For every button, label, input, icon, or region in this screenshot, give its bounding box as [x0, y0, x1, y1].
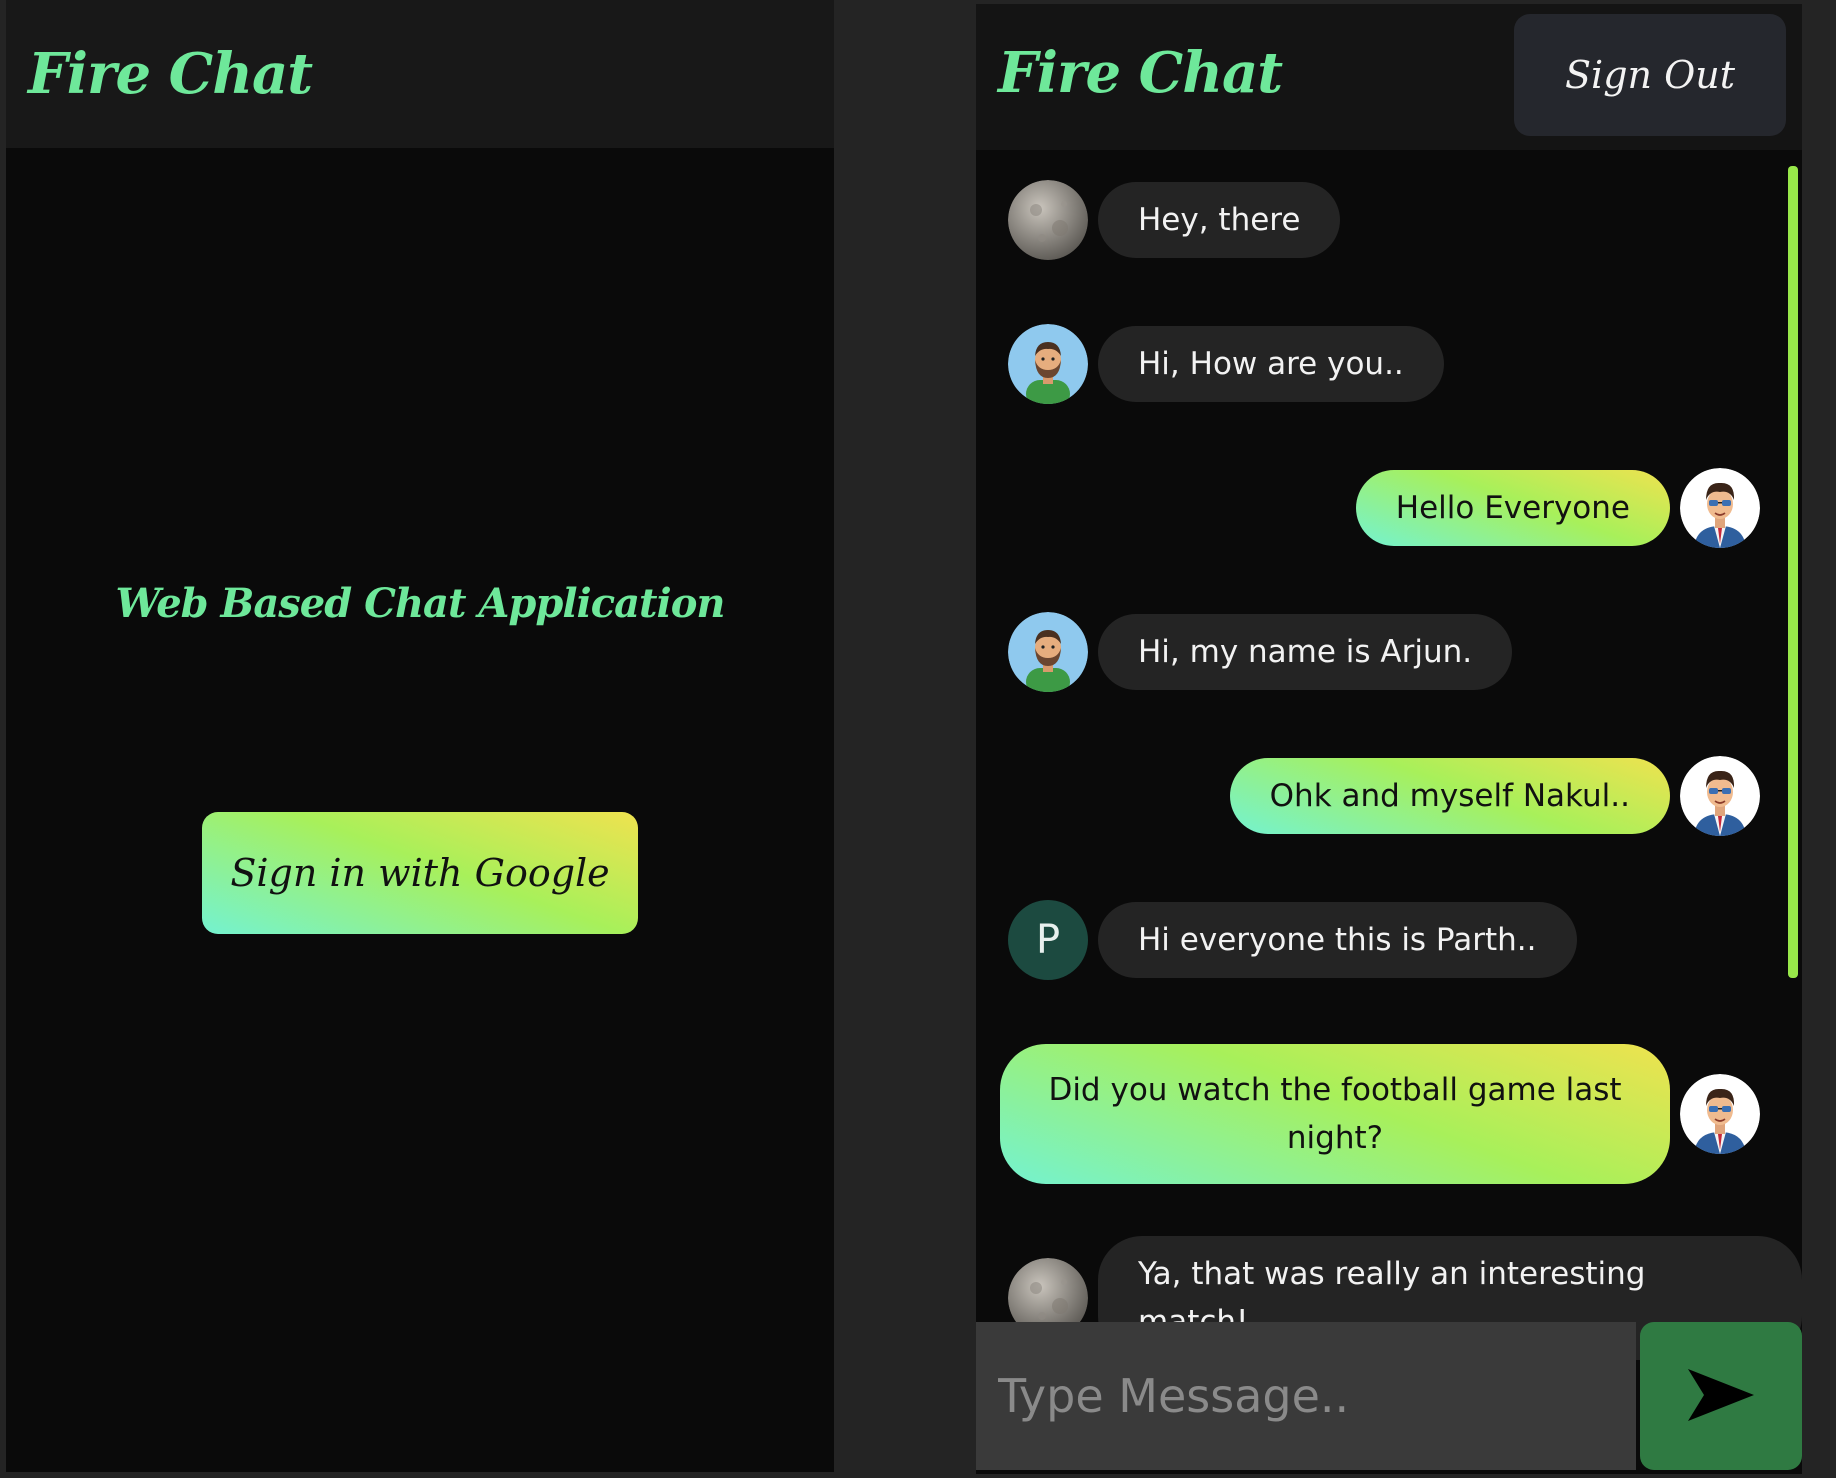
- app-title: Fire Chat: [998, 40, 1283, 106]
- scrollbar-thumb[interactable]: [1788, 166, 1798, 978]
- message-bubble: Hi everyone this is Parth..: [1098, 902, 1577, 978]
- tagline: Web Based Chat Application: [115, 580, 726, 627]
- send-arrow-icon: [1686, 1367, 1756, 1426]
- message-input[interactable]: [976, 1322, 1636, 1470]
- message-row: Hi, my name is Arjun.: [1008, 612, 1513, 692]
- businessman-avatar-icon: [1680, 756, 1760, 836]
- message-bubble: Ohk and myself Nakul..: [1229, 758, 1670, 834]
- sign-in-google-button[interactable]: Sign in with Google: [202, 812, 638, 934]
- app-title: Fire Chat: [28, 41, 313, 107]
- message-bubble: Hey, there: [1098, 182, 1341, 258]
- businessman-avatar-icon: [1680, 1074, 1760, 1154]
- sign-out-button[interactable]: Sign Out: [1514, 14, 1786, 136]
- chat-header: Fire Chat Sign Out: [976, 4, 1802, 150]
- message-row: Hello Everyone: [1355, 468, 1760, 548]
- message-row: Hey, there: [1008, 180, 1341, 260]
- moon-avatar-icon: [1008, 180, 1088, 260]
- login-header: Fire Chat: [6, 0, 834, 148]
- message-row: P Hi everyone this is Parth..: [1008, 900, 1577, 980]
- message-bubble: Did you watch the football game last nig…: [1000, 1044, 1670, 1184]
- message-bubble: Hello Everyone: [1355, 470, 1670, 546]
- message-bubble: Hi, my name is Arjun.: [1098, 614, 1513, 690]
- avatar-letter: P: [1008, 900, 1088, 980]
- message-bubble: Hi, How are you..: [1098, 326, 1444, 402]
- message-composer: [976, 1322, 1802, 1474]
- message-row: Hi, How are you..: [1008, 324, 1444, 404]
- bearded-man-avatar-icon: [1008, 324, 1088, 404]
- bearded-man-avatar-icon: [1008, 612, 1088, 692]
- message-row: Ohk and myself Nakul..: [1229, 756, 1760, 836]
- message-row: Did you watch the football game last nig…: [1000, 1044, 1760, 1184]
- chat-panel: Fire Chat Sign Out Hey, there Hi, How ar…: [976, 4, 1802, 1474]
- send-button[interactable]: [1640, 1322, 1802, 1470]
- businessman-avatar-icon: [1680, 468, 1760, 548]
- login-panel: Fire Chat Web Based Chat Application Sig…: [6, 0, 834, 1472]
